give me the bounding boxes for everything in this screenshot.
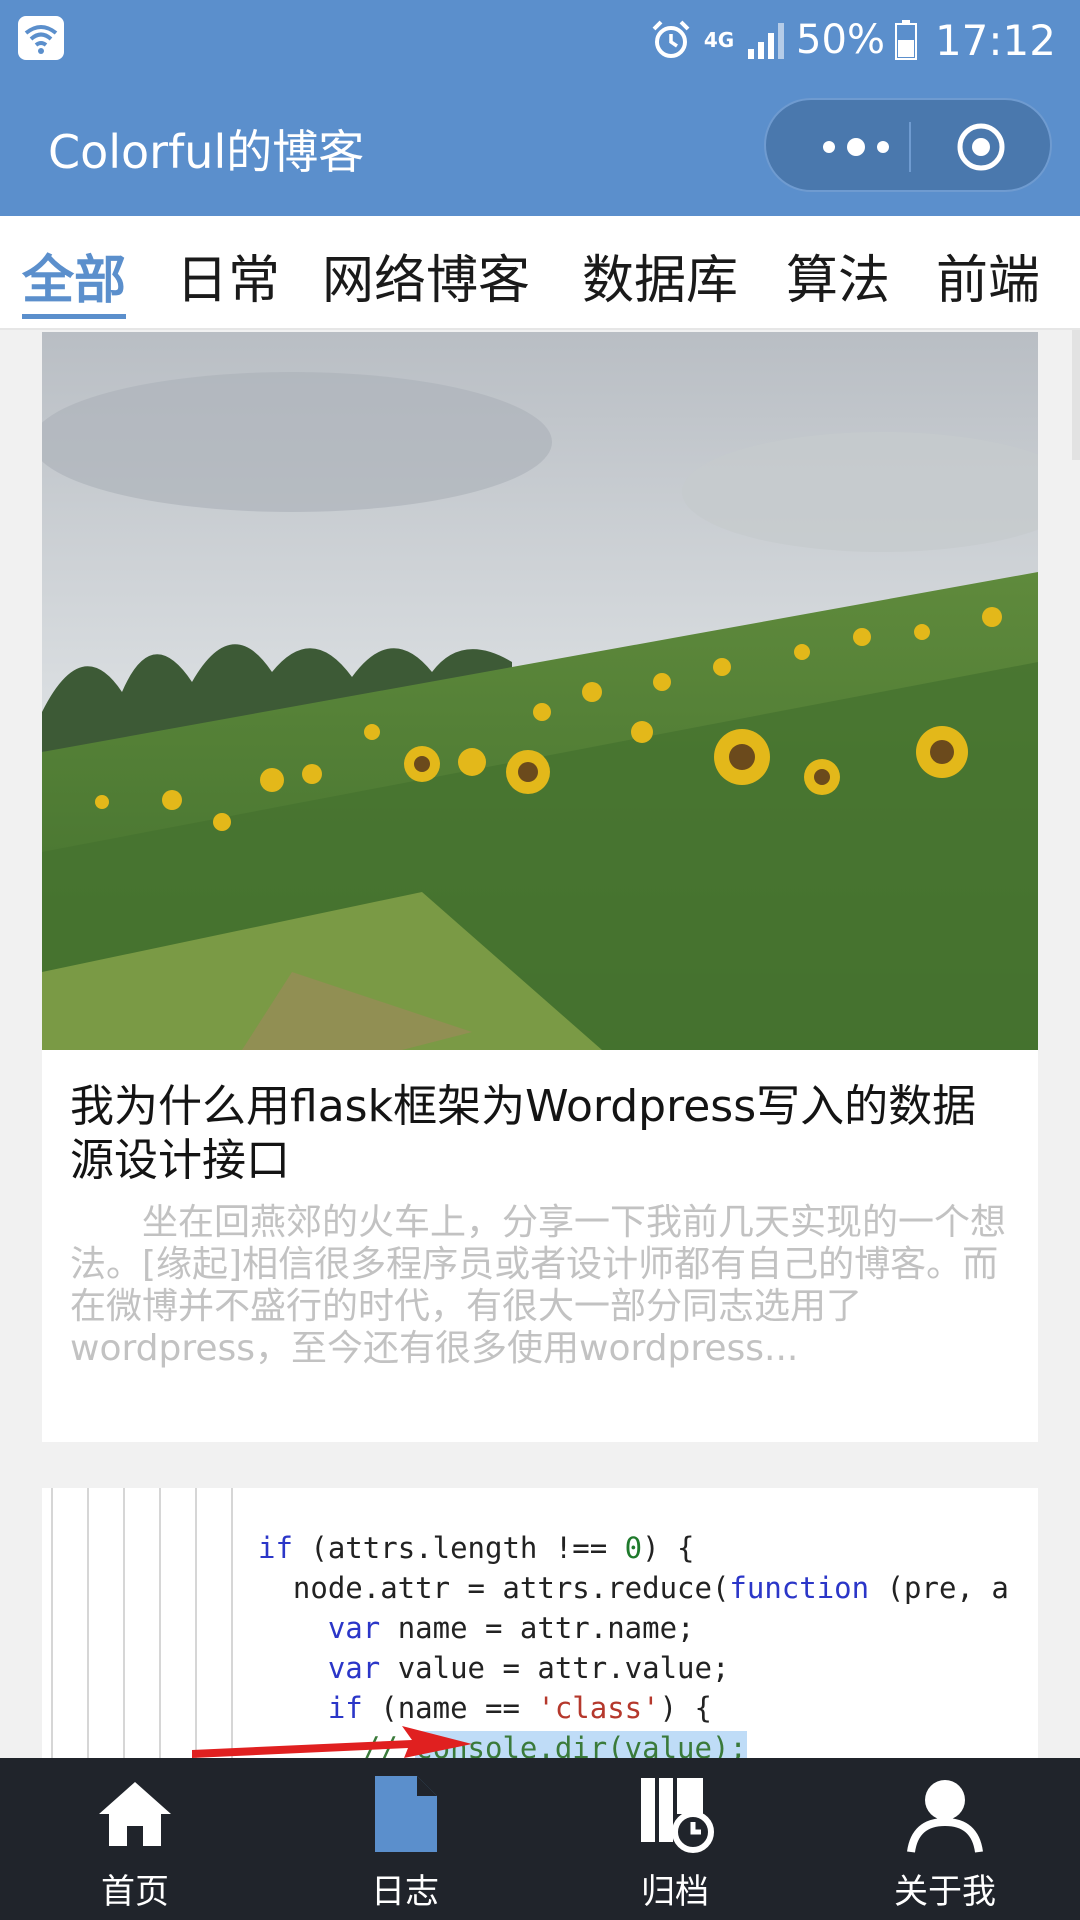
indent-guides [51, 1488, 233, 1758]
battery-icon [894, 20, 917, 60]
status-right-group: 4G 50% 17:12 [650, 10, 1056, 70]
tab-home-label: 首页 [101, 1872, 169, 1912]
code-line-3: name = attr.name; [397, 1611, 695, 1645]
clock: 17:12 [934, 15, 1056, 65]
category-tabs: 全部 日常 网络博客 数据库 算法 前端 [0, 216, 1080, 330]
tab-algorithm[interactable]: 算法 [786, 238, 890, 313]
navigation-bar: Colorful的博客 [0, 78, 1080, 216]
sunflower-field-photo [42, 332, 1038, 1050]
code-line-1: (attrs.length !== 0) { [310, 1531, 695, 1565]
tab-frontend[interactable]: 前端 [936, 238, 1040, 313]
tab-about[interactable]: 关于我 [845, 1774, 1045, 1914]
tab-database[interactable]: 数据库 [582, 238, 738, 313]
tab-home[interactable]: 首页 [35, 1774, 235, 1914]
page-title: Colorful的博客 [48, 125, 365, 179]
tab-daily[interactable]: 日常 [176, 238, 280, 313]
code-line-4: value = attr.value; [397, 1651, 730, 1685]
tab-blog-label: 日志 [371, 1872, 439, 1912]
alarm-icon [652, 20, 690, 58]
archive-icon [641, 1778, 714, 1853]
more-dots-icon[interactable] [806, 130, 906, 164]
wifi-icon [18, 16, 64, 60]
capsule-divider [909, 122, 911, 172]
tab-archive[interactable]: 归档 [575, 1774, 775, 1914]
scrollbar[interactable] [1072, 330, 1080, 460]
miniprogram-capsule [764, 98, 1052, 192]
tab-web-blog[interactable]: 网络博客 [322, 238, 530, 313]
tab-all[interactable]: 全部 [22, 238, 127, 319]
tab-blog[interactable]: 日志 [305, 1774, 505, 1914]
red-arrow [192, 1726, 472, 1758]
code-screenshot: if (attrs.length !== 0) { node.attr = at… [42, 1488, 1038, 1758]
post-excerpt: 坐在回燕郊的火车上，分享一下我前几天实现的一个想法。[缘起]相信很多程序员或者设… [70, 1202, 1007, 1369]
post-title[interactable]: 我为什么用flask框架为Wordpress写入的数据源设计接口 [70, 1080, 1020, 1188]
bottom-tab-bar: 首页 日志 归档 关于我 [0, 1758, 1080, 1920]
tab-about-label: 关于我 [894, 1872, 996, 1912]
home-icon [99, 1782, 171, 1846]
network-type: 4G [703, 28, 735, 52]
post-card[interactable]: if (attrs.length !== 0) { node.attr = at… [42, 1488, 1038, 1758]
status-bar: 4G 50% 17:12 [0, 0, 1080, 78]
close-circle-icon[interactable] [956, 122, 1006, 172]
document-icon [375, 1776, 437, 1852]
code-line-2: node.attr = attrs.reduce(function (pre, … [292, 1571, 1009, 1605]
battery-percent: 50% [796, 17, 885, 63]
signal-icon [748, 23, 785, 59]
user-icon [907, 1780, 983, 1853]
post-card[interactable]: 我为什么用flask框架为Wordpress写入的数据源设计接口 坐在回燕郊的火… [42, 332, 1038, 1442]
tab-archive-label: 归档 [641, 1872, 709, 1912]
